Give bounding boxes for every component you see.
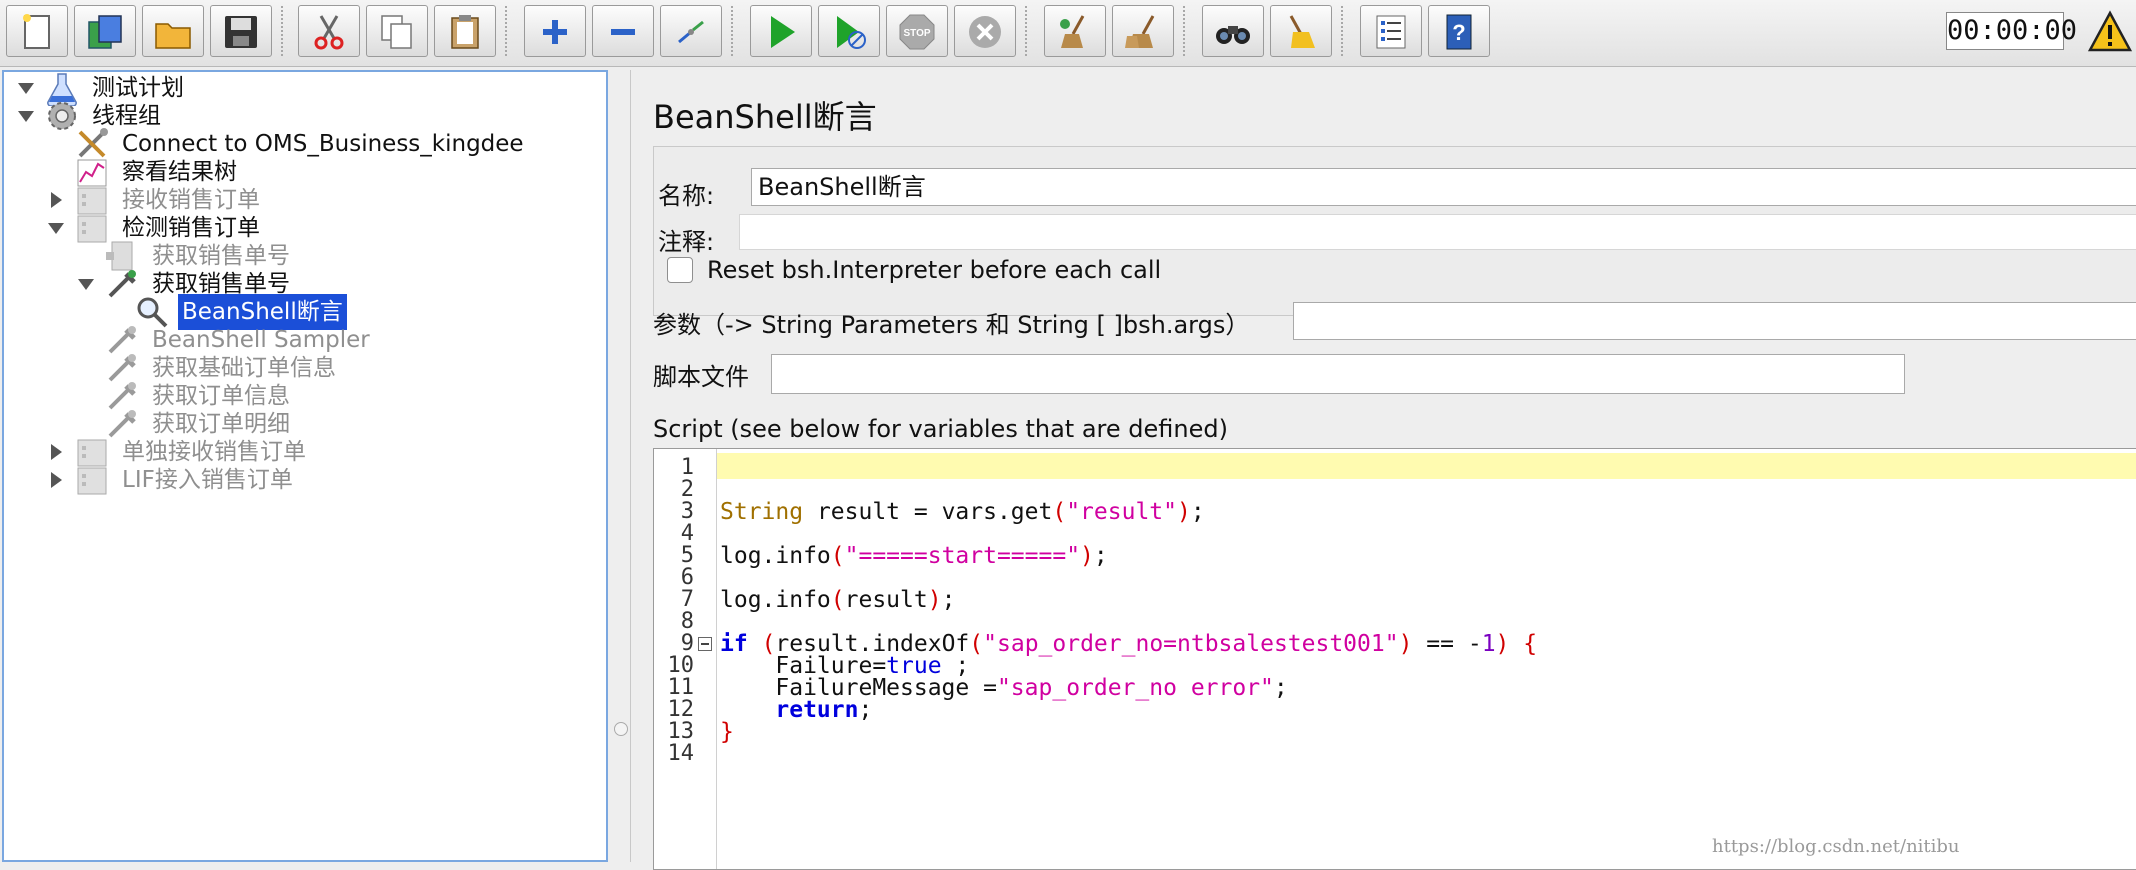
reset-search-button[interactable] — [1270, 5, 1332, 57]
reset-search-icon — [1289, 15, 1315, 48]
script-label: Script (see below for variables that are… — [653, 415, 1228, 443]
start-no-pause-icon — [837, 16, 866, 49]
toggle-button[interactable] — [660, 5, 722, 57]
controller-icon — [77, 467, 107, 495]
beanshell-assertion-panel: BeanShell断言 名称: BeanShell断言 注释: Reset bs… — [630, 70, 2136, 870]
svg-text:STOP: STOP — [903, 28, 930, 39]
copy-icon — [381, 15, 412, 49]
code-line[interactable]: 14 — [654, 739, 2136, 769]
save-button[interactable] — [210, 5, 272, 57]
help-icon: ? — [1446, 14, 1472, 50]
expand-icon — [543, 20, 567, 44]
warning-icon[interactable] — [2088, 10, 2132, 54]
chevron-right-icon[interactable] — [46, 442, 66, 462]
toolbar: STOP ? 00:00:00 — [0, 0, 2136, 67]
script-editor[interactable]: 1 2 3 String result = vars.get("result"); 4 5… — [653, 448, 2136, 870]
fold-toggle-icon[interactable] — [698, 637, 712, 651]
split-pane-divider[interactable] — [614, 722, 628, 736]
reset-interpreter-checkbox[interactable] — [667, 257, 693, 283]
clear-all-icon — [1125, 15, 1155, 48]
watermark: https://blog.csdn.net/nitibu — [1712, 836, 1960, 857]
copy-button[interactable] — [366, 5, 428, 57]
open-icon — [155, 23, 191, 49]
search-icon — [1216, 26, 1250, 44]
script-file-label: 脚本文件 — [653, 363, 749, 391]
toolbar-separator — [1183, 6, 1185, 56]
comment-label: 注释: — [658, 228, 715, 256]
help-button[interactable]: ? — [1428, 5, 1490, 57]
parameters-label: 参数（-> String Parameters 和 String [ ]bsh.… — [653, 311, 1250, 339]
shutdown-button[interactable] — [954, 5, 1016, 57]
line-number: 14 — [667, 741, 695, 766]
function-helper-button[interactable] — [1360, 5, 1422, 57]
svg-text:?: ? — [1452, 20, 1465, 45]
start-button[interactable] — [750, 5, 812, 57]
toolbar-separator — [1025, 6, 1027, 56]
toolbar-separator — [505, 6, 507, 56]
expand-button[interactable] — [524, 5, 586, 57]
parameters-field[interactable] — [1293, 302, 2136, 340]
clear-button[interactable] — [1044, 5, 1106, 57]
new-button[interactable] — [6, 5, 68, 57]
chevron-down-icon[interactable] — [46, 218, 66, 238]
toolbar-separator — [281, 6, 283, 56]
templates-icon — [88, 15, 122, 49]
chevron-down-icon[interactable] — [76, 274, 96, 294]
chevron-down-icon[interactable] — [16, 78, 36, 98]
search-button[interactable] — [1202, 5, 1264, 57]
chevron-right-icon[interactable] — [46, 190, 66, 210]
chevron-right-icon[interactable] — [46, 470, 66, 490]
page-title: BeanShell断言 — [653, 98, 877, 136]
templates-button[interactable] — [74, 5, 136, 57]
clear-icon — [1060, 15, 1085, 48]
collapse-button[interactable] — [592, 5, 654, 57]
new-icon — [23, 14, 50, 49]
name-field[interactable]: BeanShell断言 — [751, 168, 2136, 206]
start-no-pause-button[interactable] — [818, 5, 880, 57]
tree-node-label: LIF接入销售订单 — [122, 467, 293, 493]
open-button[interactable] — [142, 5, 204, 57]
save-icon — [225, 16, 257, 48]
function-helper-icon — [1376, 15, 1406, 49]
toggle-icon — [678, 20, 704, 44]
start-icon — [771, 16, 795, 48]
elapsed-timer: 00:00:00 — [1946, 12, 2077, 50]
paste-icon — [451, 15, 479, 49]
cut-button[interactable] — [298, 5, 360, 57]
script-file-field[interactable] — [771, 354, 1905, 394]
collapse-icon — [611, 29, 635, 35]
shutdown-icon — [969, 16, 1001, 48]
toolbar-separator — [1341, 6, 1343, 56]
stop-button[interactable]: STOP — [886, 5, 948, 57]
toolbar-separator — [731, 6, 733, 56]
test-plan-tree[interactable]: 测试计划 线程组 Connect to OMS_Business_kingdee 察看… — [2, 70, 608, 862]
stop-icon: STOP — [899, 14, 935, 50]
paste-button[interactable] — [434, 5, 496, 57]
cut-icon — [314, 15, 344, 50]
name-label: 名称: — [658, 182, 715, 210]
chevron-down-icon[interactable] — [16, 106, 36, 126]
comment-field[interactable] — [739, 214, 2136, 250]
reset-interpreter-label: Reset bsh.Interpreter before each call — [707, 256, 1162, 284]
clear-all-button[interactable] — [1112, 5, 1174, 57]
